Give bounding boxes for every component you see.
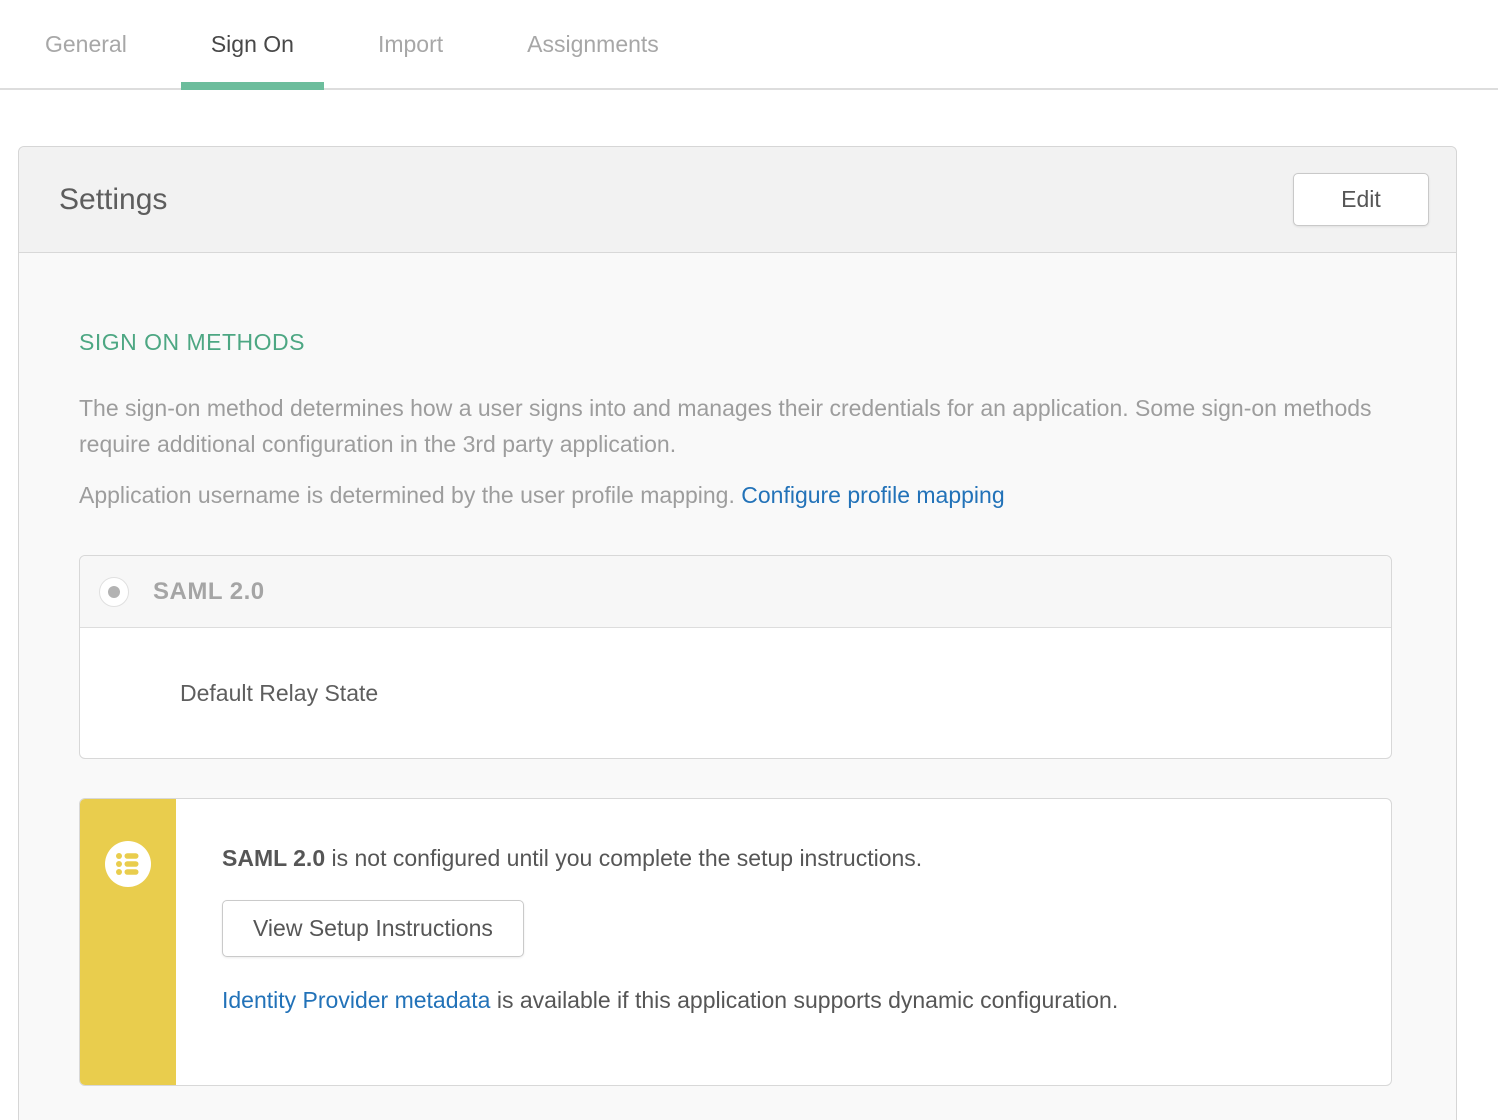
not-configured-message-bold: SAML 2.0 [222, 845, 325, 871]
callout-content: SAML 2.0 is not configured until you com… [176, 799, 1391, 1085]
callout-accent-strip [80, 799, 176, 1085]
tab-assignments[interactable]: Assignments [497, 0, 689, 88]
tab-sign-on[interactable]: Sign On [181, 0, 324, 88]
sign-on-methods-description: The sign-on method determines how a user… [79, 390, 1391, 462]
not-configured-message: SAML 2.0 is not configured until you com… [222, 845, 1351, 872]
saml-method-box: SAML 2.0 Default Relay State [79, 555, 1392, 759]
view-setup-instructions-button[interactable]: View Setup Instructions [222, 900, 524, 957]
not-configured-message-rest: is not configured until you complete the… [325, 845, 922, 871]
username-mapping-line: Application username is determined by th… [79, 482, 1392, 509]
saml-method-body: Default Relay State [80, 628, 1391, 758]
app-tab-bar: General Sign On Import Assignments [0, 0, 1498, 90]
saml-radio-button[interactable] [99, 577, 129, 607]
panel-title: Settings [59, 183, 167, 217]
settings-panel-body: SIGN ON METHODS The sign-on method deter… [19, 253, 1456, 1120]
saml-not-configured-callout: SAML 2.0 is not configured until you com… [79, 798, 1392, 1086]
settings-panel-header: Settings Edit [19, 147, 1456, 253]
username-mapping-text: Application username is determined by th… [79, 482, 741, 508]
settings-panel: Settings Edit SIGN ON METHODS The sign-o… [18, 146, 1457, 1120]
identity-provider-metadata-link[interactable]: Identity Provider metadata [222, 987, 490, 1013]
sign-on-methods-heading: SIGN ON METHODS [79, 329, 1392, 356]
idp-metadata-line-rest: is available if this application support… [490, 987, 1118, 1013]
list-icon [105, 841, 151, 887]
edit-button[interactable]: Edit [1293, 173, 1429, 226]
idp-metadata-line: Identity Provider metadata is available … [222, 987, 1351, 1014]
saml-method-header: SAML 2.0 [80, 556, 1391, 628]
tab-general[interactable]: General [15, 0, 157, 88]
saml-method-label: SAML 2.0 [153, 578, 265, 606]
tab-import[interactable]: Import [348, 0, 473, 88]
configure-profile-mapping-link[interactable]: Configure profile mapping [741, 482, 1004, 508]
default-relay-state-label: Default Relay State [180, 680, 378, 707]
